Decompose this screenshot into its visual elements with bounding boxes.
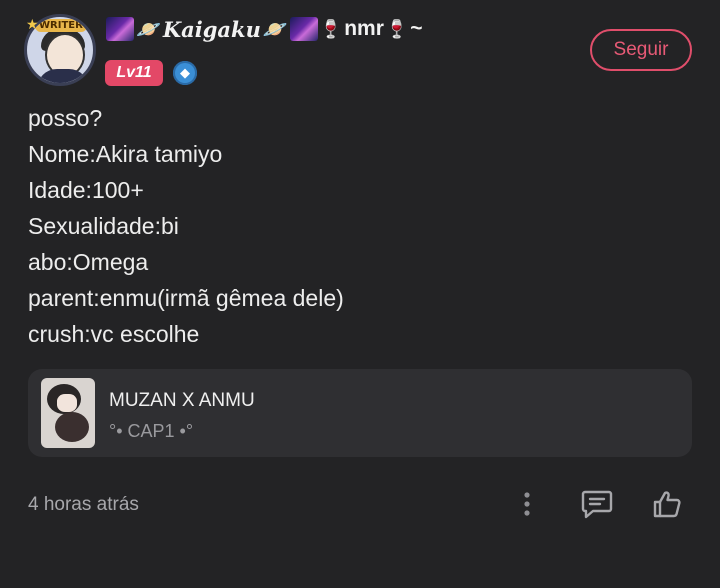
post-line: parent:enmu(irmã gêmea dele)	[28, 285, 344, 311]
author-name-suffix: ~	[410, 17, 423, 40]
story-subtitle: °• CAP1 •°	[109, 421, 194, 441]
author-name-row[interactable]: 🪐 Kaigaku 🪐 🍷 nmr 🍷 ~	[106, 14, 423, 44]
planet-emoji-icon: 🪐	[262, 18, 288, 41]
star-icon: ★	[26, 16, 39, 32]
thumbs-up-icon[interactable]	[649, 486, 685, 522]
thumbnail-face	[57, 394, 77, 412]
thumbnail-figure	[55, 412, 89, 442]
galaxy-emoji-icon	[289, 17, 318, 41]
author-name-plain: nmr	[344, 17, 384, 40]
post-line: abo:Omega	[28, 249, 149, 275]
story-title: MUZAN X ANMU	[109, 390, 255, 411]
planet-emoji-icon: 🪐	[136, 18, 161, 41]
level-badge: Lv11	[105, 60, 163, 86]
post-timestamp: 4 horas atrás	[28, 494, 139, 515]
post-line: crush:vc escolhe	[28, 321, 200, 347]
wine-glass-icon: 🍷	[319, 18, 343, 39]
verified-icon: ◆	[173, 61, 197, 85]
avatar-body	[37, 69, 89, 83]
avatar-writer-badge: WRITER	[35, 19, 87, 32]
more-vertical-icon[interactable]	[509, 486, 545, 522]
galaxy-emoji-icon	[106, 17, 134, 41]
post-content: posso? Nome:Akira tamiyo Idade:100+ Sexu…	[28, 100, 688, 352]
linked-story-card[interactable]: MUZAN X ANMU °• CAP1 •°	[28, 369, 692, 457]
post-line: Idade:100+	[28, 177, 144, 203]
comment-icon[interactable]	[579, 486, 615, 522]
post-line: Sexualidade:bi	[28, 213, 179, 239]
wine-glass-icon: 🍷	[385, 18, 409, 39]
post-line: posso?	[28, 105, 103, 131]
post-line: Nome:Akira tamiyo	[28, 141, 223, 167]
story-thumbnail	[41, 378, 95, 448]
follow-button[interactable]: Seguir	[590, 29, 692, 71]
author-name-styled: Kaigaku	[162, 16, 261, 42]
